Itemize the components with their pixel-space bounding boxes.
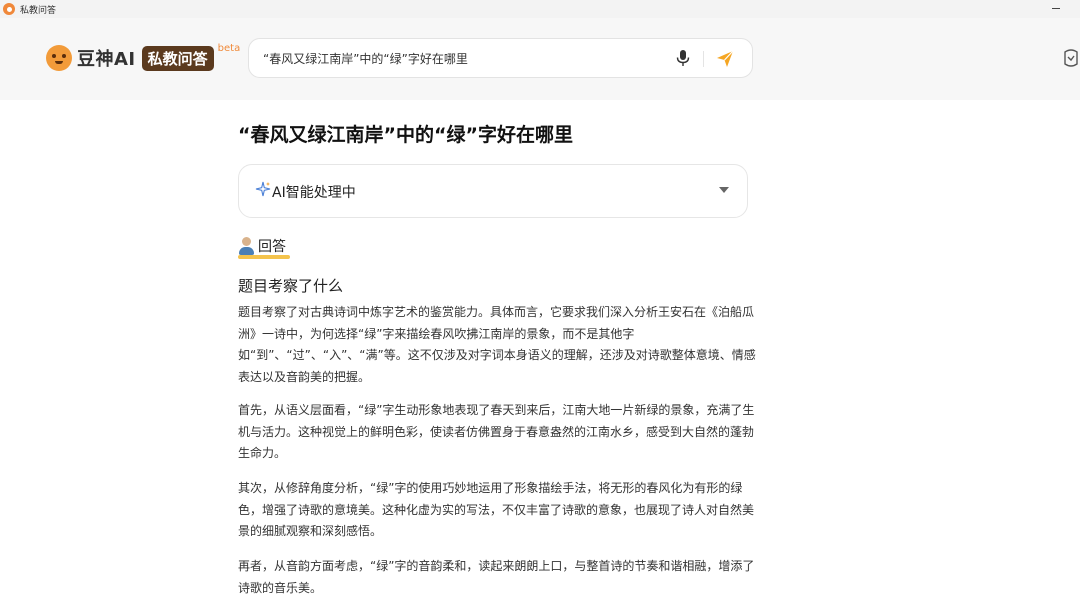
answer-paragraph: 题目考察了对古典诗词中炼字艺术的鉴赏能力。具体而言，它要求我们深入分析王安石在《… [238, 305, 756, 384]
answer-paragraph: 其次，从修辞角度分析，“绿”字的使用巧妙地运用了形象描绘手法，将无形的春风化为有… [238, 481, 755, 538]
answer-label: 回答 [258, 239, 286, 255]
mascot-icon [46, 45, 72, 71]
user-icon[interactable] [1062, 48, 1080, 68]
teacher-avatar [238, 236, 256, 256]
logo[interactable]: 豆神AI 私教问答 beta [46, 43, 241, 71]
app-icon [3, 3, 15, 15]
section-heading: 题目考察了什么 [238, 277, 344, 295]
question-title: “春风又绿江南岸”中的“绿”字好在哪里 [238, 124, 573, 146]
title-bar: 私教问答 [0, 0, 1080, 18]
search-divider [703, 51, 704, 67]
answer-paragraph: 首先，从语义层面看，“绿”字生动形象地表现了春天到来后，江南大地一片新绿的景象，… [238, 403, 755, 460]
send-icon[interactable] [715, 49, 735, 69]
chevron-down-icon[interactable] [719, 187, 729, 193]
sparkle-icon [255, 181, 271, 197]
brand-badge: 私教问答 [141, 45, 214, 71]
answer-underline [238, 255, 290, 259]
answer-paragraph: 再者，从音韵方面考虑，“绿”字的音韵柔和，读起来朗朗上口，与整首诗的节奏和谐相融… [238, 559, 755, 595]
microphone-icon[interactable] [675, 49, 691, 67]
search-input[interactable] [263, 39, 663, 77]
beta-label: beta [217, 43, 241, 54]
header: 豆神AI 私教问答 beta [0, 18, 1080, 100]
ai-status-card[interactable]: AI智能处理中 [238, 164, 748, 218]
minimize-icon[interactable] [1050, 2, 1062, 14]
window-title: 私教问答 [20, 5, 57, 16]
brand-name: 豆神AI [77, 49, 136, 70]
search-box [248, 38, 753, 78]
ai-status-label: AI智能处理中 [272, 185, 356, 201]
answer-header: 回答 [238, 236, 286, 256]
